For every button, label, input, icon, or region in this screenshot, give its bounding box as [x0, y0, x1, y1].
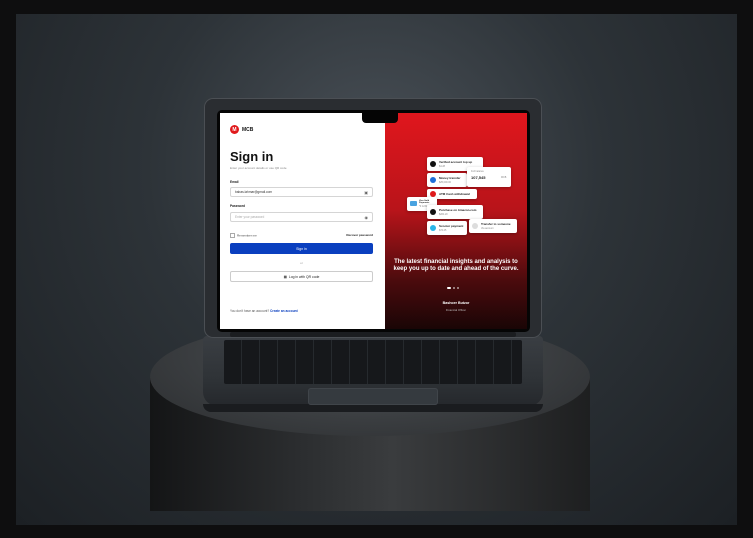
amazon-icon	[430, 209, 436, 215]
laptop-hinge	[230, 332, 516, 337]
or-divider: or	[300, 261, 303, 265]
transaction-card-amazon: Purchase on Amazon.com $264.20	[427, 205, 483, 219]
testimonial-name: Bashoer Butzor	[442, 301, 470, 305]
recover-password-link[interactable]: Recover password	[346, 233, 373, 238]
card-title: Verified account top up	[439, 160, 473, 164]
contact-card-icon: ▣	[364, 189, 368, 195]
remember-label: Remember me	[237, 233, 257, 238]
card-icon	[410, 201, 417, 206]
scooter-icon	[430, 225, 436, 231]
email-field[interactable]: babas.lahmar@gmail.com ▣	[230, 187, 373, 197]
signin-pane: M MCB Sign in Enter your account details…	[220, 113, 385, 329]
card-title: Money transfer	[439, 176, 461, 180]
laptop-screen: M MCB Sign in Enter your account details…	[220, 113, 527, 329]
qr-login-label: Log in with QR code	[288, 274, 320, 279]
promo-pane: Verified account top up $4.28 Money tran…	[385, 113, 527, 329]
signup-prompt-text: You don't have an account?	[230, 309, 270, 313]
qr-code-icon: ▦	[283, 274, 287, 279]
transfer-icon	[430, 177, 436, 183]
transaction-card-transfer: Money transfer $25,000.00	[427, 173, 467, 187]
card-amount: $4.28	[439, 165, 445, 168]
brand-name: MCB	[242, 126, 254, 133]
eye-icon[interactable]: ◉	[365, 215, 369, 220]
carousel-dots[interactable]	[447, 287, 459, 289]
remember-row: Remember me Recover password	[230, 233, 373, 238]
laptop-base-edge	[203, 404, 543, 412]
card-subtitle: Via account	[481, 227, 494, 230]
email-value: babas.lahmar@gmail.com	[235, 190, 273, 194]
remember-checkbox[interactable]: Remember me	[230, 233, 257, 238]
transaction-card-someone: Transfer to someone Via account	[469, 219, 517, 233]
balance-tag: MCB	[501, 176, 507, 179]
card-amount: $264.20	[439, 213, 448, 216]
avatar	[430, 161, 436, 167]
transaction-card-scooter: Scooter payment $74.25	[427, 221, 467, 235]
promo-headline: The latest financial insights and analys…	[393, 259, 519, 272]
card-title: ATM Cash withdrawal	[439, 192, 470, 196]
carousel-dot[interactable]	[457, 287, 459, 289]
create-account-link[interactable]: Create an account	[270, 309, 298, 313]
balance-label: Full balance	[471, 170, 484, 173]
balance-amount: 107,545	[471, 175, 486, 180]
logo-mark-icon: M	[230, 125, 239, 134]
page-subtitle: Enter your account details or use QR cod…	[230, 166, 287, 170]
qr-login-button[interactable]: ▦ Log in with QR code	[230, 271, 373, 282]
page-title: Sign in	[230, 149, 274, 164]
card-title: Transfer to someone	[481, 222, 511, 226]
laptop-keyboard	[224, 340, 522, 384]
password-placeholder: Enter your password	[235, 215, 265, 219]
card-title: Visa Gold Payments	[419, 200, 430, 204]
carousel-dot[interactable]	[453, 287, 455, 289]
camera-notch	[362, 113, 398, 123]
signup-prompt: You don't have an account? Create an acc…	[230, 309, 298, 313]
card-amount: $25,000.00	[439, 181, 451, 184]
password-field[interactable]: Enter your password ◉	[230, 212, 373, 222]
brand-logo[interactable]: M MCB	[230, 125, 253, 134]
card-title: Scooter payment	[439, 224, 464, 228]
balance-card: Full balance 107,545 MCB	[467, 167, 511, 187]
email-label: Email	[230, 180, 239, 184]
card-amount: $74.25	[439, 229, 447, 232]
signin-button[interactable]: Sign in	[230, 243, 373, 254]
checkbox-icon	[230, 233, 235, 238]
card-title: Purchase on Amazon.com	[439, 208, 477, 212]
testimonial-role: Financial Officer	[445, 308, 467, 312]
laptop-touchpad	[308, 388, 438, 405]
carousel-dot-active[interactable]	[447, 287, 451, 289]
send-icon	[472, 223, 478, 229]
password-label: Password	[230, 204, 246, 208]
card-number: *0 1234	[419, 205, 428, 208]
